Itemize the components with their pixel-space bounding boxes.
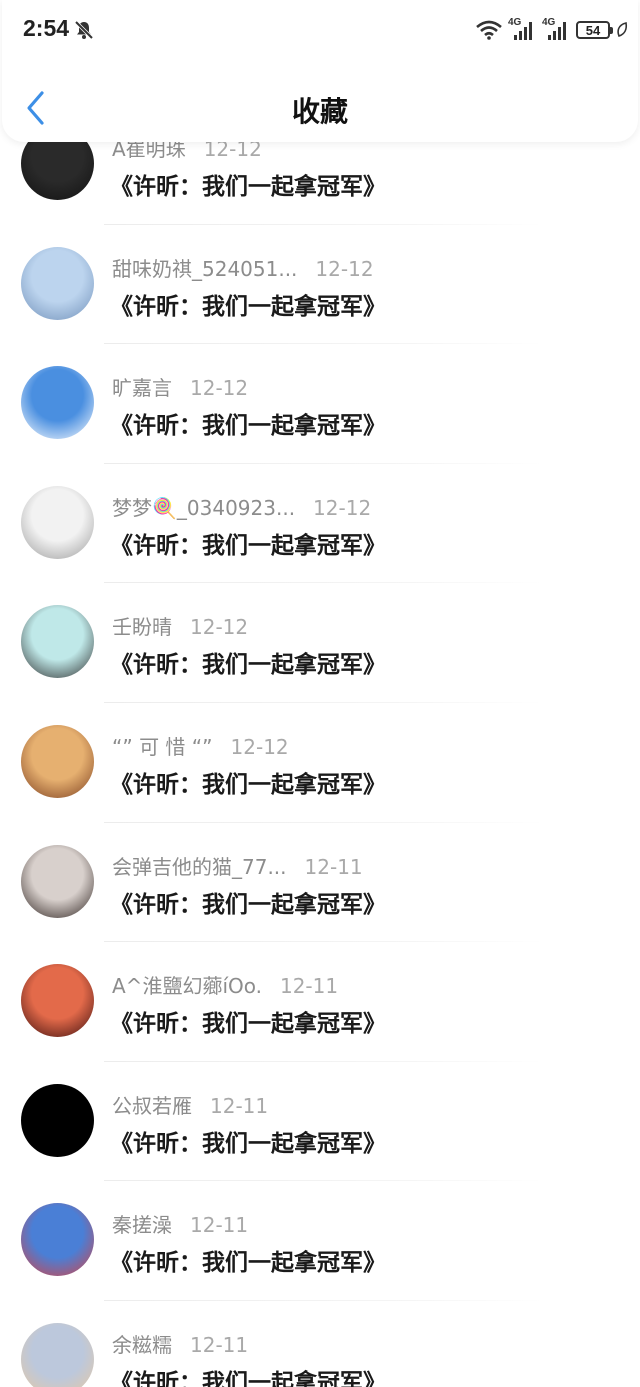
author-name[interactable]: “” 可 惜 “” (112, 735, 213, 759)
author-line: 公叔若雁 12-11 (112, 1090, 268, 1119)
collection-page: 2:54 4G 4G 54 收藏 A崔明珠 12-12 《许昕：我们一起拿冠军》… (0, 0, 640, 1387)
author-line: A^淮鹽幻薌íOo. 12-11 (112, 970, 338, 999)
status-bar: 2:54 4G 4G 54 (2, 0, 638, 60)
post-date: 12-11 (279, 974, 339, 999)
avatar[interactable] (21, 1203, 94, 1277)
post-date: 12-11 (210, 1093, 269, 1118)
favorite-title[interactable]: 《许昕：我们一起拿冠军》 (110, 1243, 386, 1277)
author-name[interactable]: A^淮鹽幻薌íOo. (112, 974, 262, 998)
author-name[interactable]: 余糍糯 (112, 1333, 172, 1357)
author-name[interactable]: 秦搓澡 (112, 1213, 172, 1237)
post-date: 12-12 (190, 615, 249, 640)
avatar[interactable] (21, 724, 94, 798)
author-line: “” 可 惜 “” 12-12 (112, 731, 289, 760)
avatar[interactable] (21, 1322, 94, 1387)
page-title: 收藏 (291, 95, 348, 128)
list-item[interactable]: 梦梦🍭_0340923... 12-12 《许昕：我们一起拿冠军》 (0, 464, 640, 584)
avatar[interactable] (21, 485, 94, 559)
avatar[interactable] (21, 246, 94, 320)
favorite-title[interactable]: 《许昕：我们一起拿冠军》 (110, 1124, 386, 1158)
author-line: 旷嘉言 12-12 (112, 372, 248, 401)
list-item[interactable]: 秦搓澡 12-11 《许昕：我们一起拿冠军》 (0, 1181, 640, 1301)
author-name[interactable]: 壬盼晴 (112, 615, 172, 639)
author-name[interactable]: 会弹吉他的猫_77... (112, 855, 287, 879)
author-name[interactable]: 梦梦🍭_0340923... (112, 496, 295, 520)
avatar[interactable] (21, 1083, 94, 1157)
author-line: 秦搓澡 12-11 (112, 1209, 248, 1238)
signal-bars-icon (548, 22, 566, 40)
favorite-title[interactable]: 《许昕：我们一起拿冠军》 (110, 645, 386, 679)
author-line: 余糍糯 12-11 (112, 1329, 248, 1358)
author-name[interactable]: 旷嘉言 (112, 376, 172, 400)
top-bar: 2:54 4G 4G 54 收藏 (2, 0, 638, 142)
nav-header: 收藏 (2, 70, 638, 140)
list-item[interactable]: 会弹吉他的猫_77... 12-11 《许昕：我们一起拿冠军》 (0, 823, 640, 943)
cell-signal-1: 4G (508, 17, 536, 41)
favorite-title[interactable]: 《许昕：我们一起拿冠军》 (110, 526, 386, 560)
favorite-title[interactable]: 《许昕：我们一起拿冠军》 (110, 287, 386, 321)
avatar[interactable] (21, 844, 94, 918)
leaf-icon (617, 22, 628, 37)
avatar[interactable] (21, 366, 94, 440)
wifi-icon (476, 20, 502, 40)
battery-indicator: 54 (576, 21, 613, 39)
avatar[interactable] (21, 964, 94, 1038)
post-date: 12-12 (313, 495, 372, 520)
author-line: 壬盼晴 12-12 (112, 611, 248, 640)
author-name[interactable]: 甜味奶祺_524051... (112, 257, 297, 281)
post-date: 12-12 (315, 256, 374, 281)
favorite-title[interactable]: 《许昕：我们一起拿冠军》 (110, 1004, 386, 1038)
post-date: 12-11 (190, 1213, 249, 1238)
post-date: 12-11 (190, 1332, 249, 1357)
favorite-title[interactable]: 《许昕：我们一起拿冠军》 (110, 167, 386, 201)
cell-signal-2: 4G (542, 17, 570, 41)
list-item[interactable]: 甜味奶祺_524051... 12-12 《许昕：我们一起拿冠军》 (0, 225, 640, 345)
list-item[interactable]: 余糍糯 12-11 《许昕：我们一起拿冠军》 (0, 1301, 640, 1387)
author-line: 会弹吉他的猫_77... 12-11 (112, 851, 363, 880)
favorites-list: A崔明珠 12-12 《许昕：我们一起拿冠军》 甜味奶祺_524051... 12-12… (0, 105, 640, 1387)
post-date: 12-12 (190, 376, 249, 401)
favorite-title[interactable]: 《许昕：我们一起拿冠军》 (110, 765, 386, 799)
post-date: 12-11 (304, 854, 363, 879)
mute-bell-icon (74, 20, 94, 40)
favorite-title[interactable]: 《许昕：我们一起拿冠军》 (110, 1363, 386, 1387)
status-icons: 4G 4G 54 (476, 17, 628, 43)
list-item[interactable]: “” 可 惜 “” 12-12 《许昕：我们一起拿冠军》 (0, 703, 640, 823)
signal-bars-icon (514, 22, 532, 40)
list-item[interactable]: 公叔若雁 12-11 《许昕：我们一起拿冠军》 (0, 1062, 640, 1182)
author-name[interactable]: 公叔若雁 (112, 1094, 192, 1118)
favorite-title[interactable]: 《许昕：我们一起拿冠军》 (110, 406, 386, 440)
list-item[interactable]: 旷嘉言 12-12 《许昕：我们一起拿冠军》 (0, 344, 640, 464)
author-line: 梦梦🍭_0340923... 12-12 (112, 492, 371, 521)
favorite-title[interactable]: 《许昕：我们一起拿冠军》 (110, 885, 386, 919)
author-line: 甜味奶祺_524051... 12-12 (112, 253, 374, 282)
avatar[interactable] (21, 605, 94, 679)
list-item[interactable]: 壬盼晴 12-12 《许昕：我们一起拿冠军》 (0, 583, 640, 703)
status-time: 2:54 (23, 15, 70, 41)
battery-level: 54 (585, 22, 601, 38)
list-item[interactable]: A^淮鹽幻薌íOo. 12-11 《许昕：我们一起拿冠军》 (0, 942, 640, 1062)
post-date: 12-12 (230, 734, 289, 759)
